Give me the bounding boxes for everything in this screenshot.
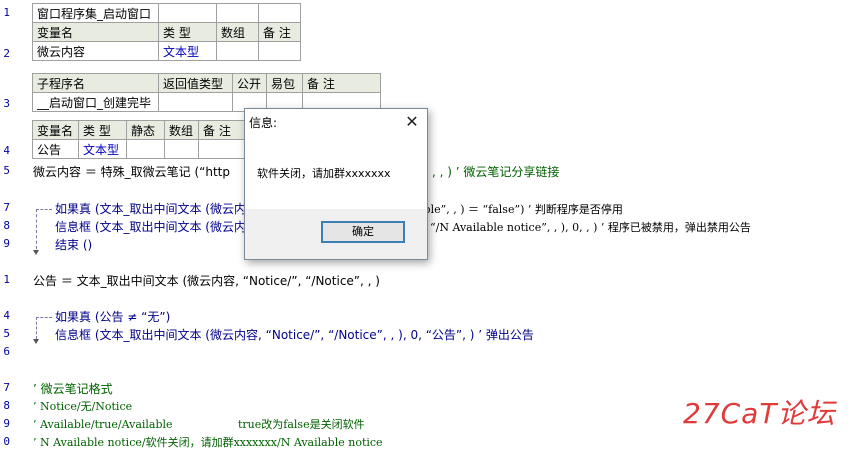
code-line-tail[interactable]: , , ) ’ 微云笔记分享链接 <box>432 163 559 181</box>
flow-arrow-icon <box>33 339 39 344</box>
flow-line <box>36 317 52 318</box>
code-text: able”, , ) ＝ “false”) ’ 判断程序是否停用 <box>417 203 623 216</box>
column-header: 返回值类型 <box>158 73 233 93</box>
program-set-name[interactable]: 窗口程序集_启动窗口 <box>32 3 159 23</box>
dialog-message: 软件关闭，请加群xxxxxxx <box>257 167 391 180</box>
line-number: 7 <box>3 381 10 394</box>
program-set-table: 窗口程序集_启动窗口 变量名 类 型 数组 备 注 微云内容 文本型 <box>32 3 301 61</box>
line-number: 1 <box>3 273 10 286</box>
table-cell[interactable] <box>158 92 233 112</box>
comment-line[interactable]: ’ N Available notice/软件关闭，请加群xxxxxxx/N A… <box>33 434 383 452</box>
column-header: 数组 <box>216 22 259 42</box>
table-cell[interactable] <box>258 41 301 61</box>
column-header: 数组 <box>164 120 199 140</box>
column-header: 类 型 <box>78 120 127 140</box>
comment-line[interactable]: ’ Available/true/Available <box>33 416 173 434</box>
variable-type-cell[interactable]: 文本型 <box>158 41 217 61</box>
code-line[interactable]: 信息框 (文本_取出中间文本 (微云内容, “Notice/”, “/Notic… <box>55 326 534 344</box>
code-line[interactable]: 微云内容 ＝ 特殊_取微云笔记 (“http <box>33 163 230 181</box>
table-cell[interactable] <box>164 139 199 159</box>
flow-line <box>36 317 37 339</box>
column-header: 公开 <box>232 73 267 93</box>
line-number: 9 <box>3 237 10 250</box>
flow-arrow-icon <box>33 250 39 255</box>
watermark-logo: 27CaT论坛 <box>683 397 836 430</box>
code-line[interactable]: 如果真 (文本_取出中间文本 (微云内 <box>55 200 246 218</box>
variable-type-cell[interactable]: 文本型 <box>78 139 127 159</box>
dialog-titlebar[interactable]: 信息: ✕ <box>245 109 427 137</box>
subroutine-name-cell[interactable]: __启动窗口_创建完毕 <box>32 92 159 112</box>
line-number: 8 <box>3 399 10 412</box>
line-number: 5 <box>3 327 10 340</box>
line-number: 1 <box>3 6 10 19</box>
column-header: 备 注 <box>302 73 381 93</box>
local-variable-table: 变量名 类 型 静态 数组 备 注 公告 文本型 <box>32 120 245 159</box>
table-cell[interactable] <box>216 3 259 23</box>
comment-line[interactable]: ’ 微云笔记格式 <box>33 380 113 398</box>
line-number: 9 <box>3 417 10 430</box>
line-number: 4 <box>3 144 10 157</box>
table-cell[interactable] <box>158 3 217 23</box>
table-cell[interactable] <box>258 3 301 23</box>
column-header: 备 注 <box>198 120 245 140</box>
column-header: 易包 <box>266 73 303 93</box>
variable-name-cell[interactable]: 微云内容 <box>32 41 159 61</box>
code-line[interactable]: 信息框 (文本_取出中间文本 (微云内 <box>55 218 246 236</box>
column-header: 变量名 <box>32 120 79 140</box>
column-header: 变量名 <box>32 22 159 42</box>
line-number: 4 <box>3 309 10 322</box>
dialog-body: 软件关闭，请加群xxxxxxx <box>245 137 427 209</box>
code-line-tail[interactable]: able”, , ) ＝ “false”) ’ 判断程序是否停用 <box>417 200 623 218</box>
column-header: 备 注 <box>258 22 301 42</box>
comment-line-tail[interactable]: true改为false是关闭软件 <box>238 416 365 434</box>
column-header: 类 型 <box>158 22 217 42</box>
code-line[interactable]: 如果真 (公告 ≠ “无”) <box>55 308 170 326</box>
code-text: “/N Available notice”, , ), 0, , ) ’ 程序已… <box>430 221 751 234</box>
line-number: 3 <box>3 97 10 110</box>
line-number: 8 <box>3 219 10 232</box>
line-number: 5 <box>3 164 10 177</box>
table-cell[interactable] <box>198 139 245 159</box>
subroutine-table: 子程序名 返回值类型 公开 易包 备 注 __启动窗口_创建完毕 <box>32 73 381 112</box>
table-cell[interactable] <box>216 41 259 61</box>
code-line[interactable]: 结束 () <box>55 236 92 254</box>
variable-name-cell[interactable]: 公告 <box>32 139 79 159</box>
code-line[interactable]: 公告 ＝ 文本_取出中间文本 (微云内容, “Notice/”, “/Notic… <box>33 272 380 290</box>
ok-button[interactable]: 确定 <box>321 221 405 243</box>
flow-line <box>36 209 52 210</box>
code-line-tail[interactable]: “/N Available notice”, , ), 0, , ) ’ 程序已… <box>430 218 751 236</box>
line-number: 2 <box>3 47 10 60</box>
line-number: 6 <box>3 345 10 358</box>
column-header: 子程序名 <box>32 73 159 93</box>
line-number: 7 <box>3 201 10 214</box>
message-dialog: 信息: ✕ 软件关闭，请加群xxxxxxx 确定 <box>244 108 428 260</box>
close-icon[interactable]: ✕ <box>403 113 421 131</box>
line-number: 0 <box>3 435 10 448</box>
comment-line[interactable]: ’ Notice/无/Notice <box>33 398 132 416</box>
column-header: 静态 <box>126 120 165 140</box>
table-cell[interactable] <box>126 139 165 159</box>
dialog-title: 信息: <box>249 116 278 130</box>
code-text: 公告 ＝ 文本_取出中间文本 (微云内容, “Notice/”, “/Notic… <box>33 274 380 288</box>
flow-line <box>36 209 37 249</box>
code-text: 微云内容 ＝ 特殊_取微云笔记 (“http <box>33 165 230 179</box>
